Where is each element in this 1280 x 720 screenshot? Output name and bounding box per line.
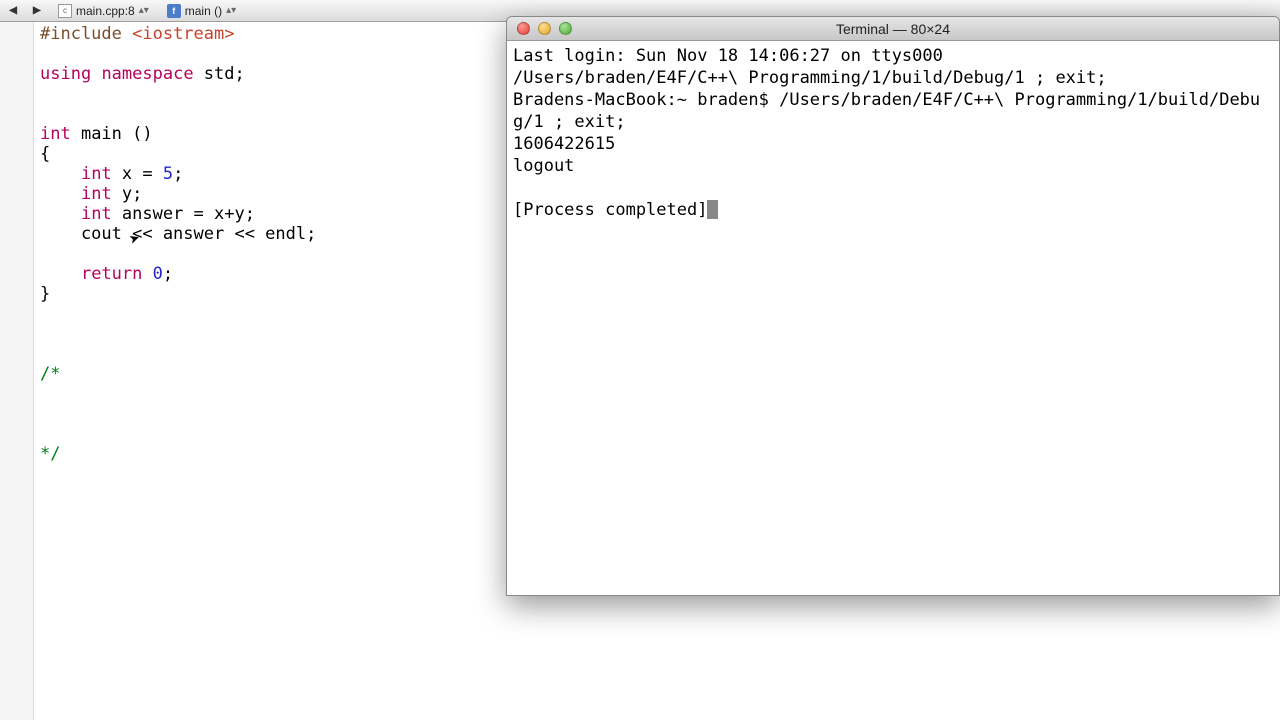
code-text: answer = x+y; (112, 204, 255, 224)
terminal-window: Terminal — 80×24 Last login: Sun Nov 18 … (506, 16, 1280, 596)
term-line: [Process completed] (513, 200, 707, 220)
code-editor[interactable]: #include <iostream> using namespace std;… (40, 24, 510, 464)
breadcrumb-function-label: main () (185, 4, 222, 18)
code-text: x = (112, 164, 163, 184)
nav-forward-button[interactable]: ▶ (28, 2, 46, 20)
code-keyword: int (40, 124, 71, 144)
term-line: /Users/braden/E4F/C++\ Programming/1/bui… (513, 68, 1107, 88)
code-text: ; (173, 164, 183, 184)
code-keyword: int (81, 164, 112, 184)
code-text: cout << answer << endl; (40, 224, 316, 244)
function-icon: f (167, 4, 181, 18)
breadcrumb-file[interactable]: c main.cpp:8 ▴▾ (52, 4, 155, 18)
code-number: 0 (153, 264, 163, 284)
term-line: 1606422615 (513, 134, 615, 154)
code-keyword: int (81, 184, 112, 204)
term-line: logout (513, 156, 574, 176)
term-line: Bradens-MacBook:~ braden$ /Users/braden/… (513, 90, 1260, 132)
terminal-titlebar[interactable]: Terminal — 80×24 (507, 17, 1279, 41)
breadcrumb-updown-icon: ▴▾ (226, 5, 236, 16)
terminal-title: Terminal — 80×24 (507, 21, 1279, 37)
editor-gutter (0, 22, 34, 720)
code-text: } (40, 284, 50, 304)
code-text: main () (71, 124, 153, 144)
term-line: Last login: Sun Nov 18 14:06:27 on ttys0… (513, 46, 943, 66)
breadcrumb-file-label: main.cpp:8 (76, 4, 135, 18)
code-text: ; (163, 264, 173, 284)
code-preprocessor: #include (40, 24, 132, 44)
code-keyword: using (40, 64, 91, 84)
breadcrumb-updown-icon: ▴▾ (139, 5, 149, 16)
breadcrumb-function[interactable]: f main () ▴▾ (161, 4, 242, 18)
code-comment-close: */ (40, 444, 60, 464)
code-keyword: return (81, 264, 142, 284)
code-comment-open: /* (40, 364, 60, 384)
nav-back-button[interactable]: ◀ (4, 2, 22, 20)
code-include: <iostream> (132, 24, 234, 44)
code-keyword: int (81, 204, 112, 224)
code-text: std; (194, 64, 245, 84)
code-text: { (40, 144, 50, 164)
code-keyword: namespace (101, 64, 193, 84)
code-text: y; (112, 184, 143, 204)
terminal-cursor-icon (707, 200, 718, 219)
terminal-output[interactable]: Last login: Sun Nov 18 14:06:27 on ttys0… (507, 41, 1279, 225)
code-number: 5 (163, 164, 173, 184)
cpp-file-icon: c (58, 4, 72, 18)
